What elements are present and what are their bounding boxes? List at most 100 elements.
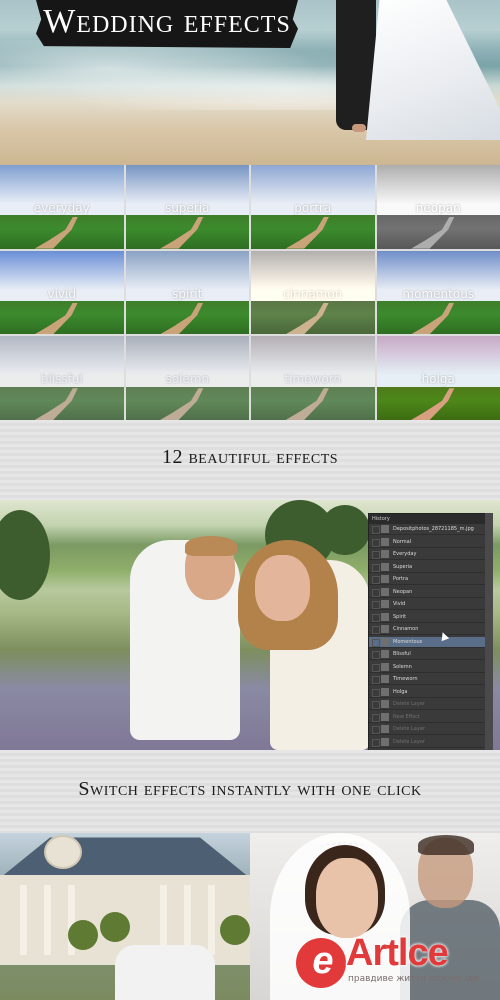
caption-switch-effects: Switch effects instantly with one click: [78, 778, 422, 800]
effect-tile-vivid: vivid: [0, 250, 124, 335]
hero-title: Wedding effects: [43, 3, 291, 40]
history-thumb-icon: [381, 650, 389, 658]
effect-label: vivid: [47, 286, 77, 301]
history-item-label: Everyday: [393, 551, 417, 557]
history-checkbox[interactable]: [372, 638, 380, 647]
history-item[interactable]: Delete Layer: [369, 699, 485, 710]
history-item[interactable]: New Effect: [369, 712, 485, 723]
watermark-logo-letter: e: [312, 940, 334, 982]
effect-label: superia: [165, 201, 210, 215]
history-checkbox[interactable]: [372, 563, 380, 572]
history-checkbox[interactable]: [372, 576, 380, 584]
groom-hair: [418, 835, 474, 855]
history-thumb-icon: [381, 700, 389, 708]
history-item-label: Blissful: [393, 651, 411, 657]
history-item[interactable]: Momentous: [369, 636, 485, 648]
history-item[interactable]: Superia: [369, 562, 485, 573]
history-checkbox[interactable]: [372, 526, 380, 534]
history-checkbox[interactable]: [372, 588, 380, 597]
effect-tile-holga: holga: [376, 336, 500, 420]
history-thumb-icon: [381, 737, 389, 746]
history-item[interactable]: Delete Layer: [369, 737, 485, 748]
history-checkbox[interactable]: [372, 688, 380, 697]
effect-tile-neopan: neopan: [376, 165, 500, 249]
effect-grass: [251, 215, 375, 249]
history-item-label: Spirit: [393, 613, 407, 620]
history-checkbox[interactable]: [372, 651, 380, 659]
history-checkbox[interactable]: [372, 601, 380, 609]
history-item[interactable]: Neopan: [369, 587, 485, 598]
effect-tile-everyday: everyday: [0, 165, 124, 249]
history-item-label: Neopan: [393, 588, 413, 595]
effects-grid: everyday superia portra neopan vivid spirit ci…: [0, 165, 500, 420]
history-item[interactable]: Solemn: [369, 662, 485, 673]
effect-grass: [376, 386, 500, 420]
column: [208, 885, 215, 955]
history-item[interactable]: Spirit: [369, 612, 485, 623]
history-item-label: Cinnamon: [393, 626, 419, 632]
effect-grass: [251, 300, 375, 335]
history-item[interactable]: Portra: [369, 574, 485, 585]
effect-grass: [125, 300, 249, 335]
tree: [0, 510, 50, 600]
history-checkbox[interactable]: [372, 701, 380, 709]
history-item[interactable]: Delete Layer: [369, 724, 485, 735]
history-item-label: Delete Layer: [393, 738, 425, 745]
history-item[interactable]: Blissful: [369, 649, 485, 660]
palm-tree: [220, 915, 250, 945]
history-checkbox[interactable]: [372, 663, 380, 672]
history-checkbox[interactable]: [372, 713, 380, 722]
history-item[interactable]: Depositphotos_28721185_m.jpg: [369, 524, 485, 535]
effect-tile-cinnamon: cinnamon: [251, 250, 375, 335]
history-thumb-icon: [381, 637, 389, 646]
effect-tile-superia: superia: [125, 165, 249, 249]
history-thumb-icon: [381, 625, 389, 633]
watermark-text: Artlce: [346, 932, 449, 974]
effect-label: holga: [421, 372, 455, 387]
history-scrollbar[interactable]: [485, 513, 493, 750]
history-item[interactable]: Cinnamon: [369, 624, 485, 635]
effect-label: timeworn: [284, 372, 342, 387]
effect-grass: [0, 386, 124, 420]
effect-tile-timeworn: timeworn: [251, 336, 375, 420]
history-item-label: Delete Layer: [393, 701, 425, 707]
history-checkbox[interactable]: [372, 726, 380, 734]
effect-label: momentous: [402, 286, 475, 301]
history-checkbox[interactable]: [372, 551, 380, 559]
history-item[interactable]: Everyday: [369, 549, 485, 560]
history-item[interactable]: Normal: [369, 537, 485, 548]
bride-face: [316, 858, 378, 938]
history-item-label: Depositphotos_28721185_m.jpg: [393, 526, 474, 532]
history-thumb-icon: [381, 662, 389, 671]
caption-strip-1: 12 beautiful effects: [0, 420, 500, 500]
history-thumb-icon: [381, 612, 389, 621]
caption-effects-count: 12 beautiful effects: [161, 446, 339, 468]
woman-face: [255, 555, 310, 621]
history-checkbox[interactable]: [372, 626, 380, 634]
history-item-label: Solemn: [393, 663, 412, 670]
history-item-label: Delete Layer: [393, 726, 425, 732]
effect-label: solemn: [165, 372, 210, 387]
history-thumb-icon: [381, 675, 389, 683]
history-checkbox[interactable]: [372, 676, 380, 684]
history-thumb-icon: [381, 562, 389, 571]
effect-tile-solemn: solemn: [125, 336, 249, 420]
history-thumb-icon: [381, 575, 389, 583]
history-item[interactable]: Timeworn: [369, 674, 485, 685]
history-checkbox[interactable]: [372, 613, 380, 622]
couple-figures: [115, 945, 215, 1000]
palm-tree: [100, 912, 130, 942]
history-item-label: New Effect: [393, 713, 420, 720]
history-checkbox[interactable]: [372, 538, 380, 547]
history-panel: History Depositphotos_28721185_m.jpg Norm…: [368, 513, 486, 752]
history-checkbox[interactable]: [372, 738, 380, 747]
history-item-label: Holga: [393, 688, 408, 695]
round-window: [44, 835, 82, 869]
bare-foot: [352, 124, 366, 132]
history-panel-title: History: [369, 514, 485, 524]
palm-tree: [68, 920, 98, 950]
history-item[interactable]: Vivid: [369, 599, 485, 610]
history-item-label: Timeworn: [393, 676, 418, 682]
history-item[interactable]: Holga: [369, 687, 485, 698]
hero-image: Wedding effects: [0, 0, 500, 165]
